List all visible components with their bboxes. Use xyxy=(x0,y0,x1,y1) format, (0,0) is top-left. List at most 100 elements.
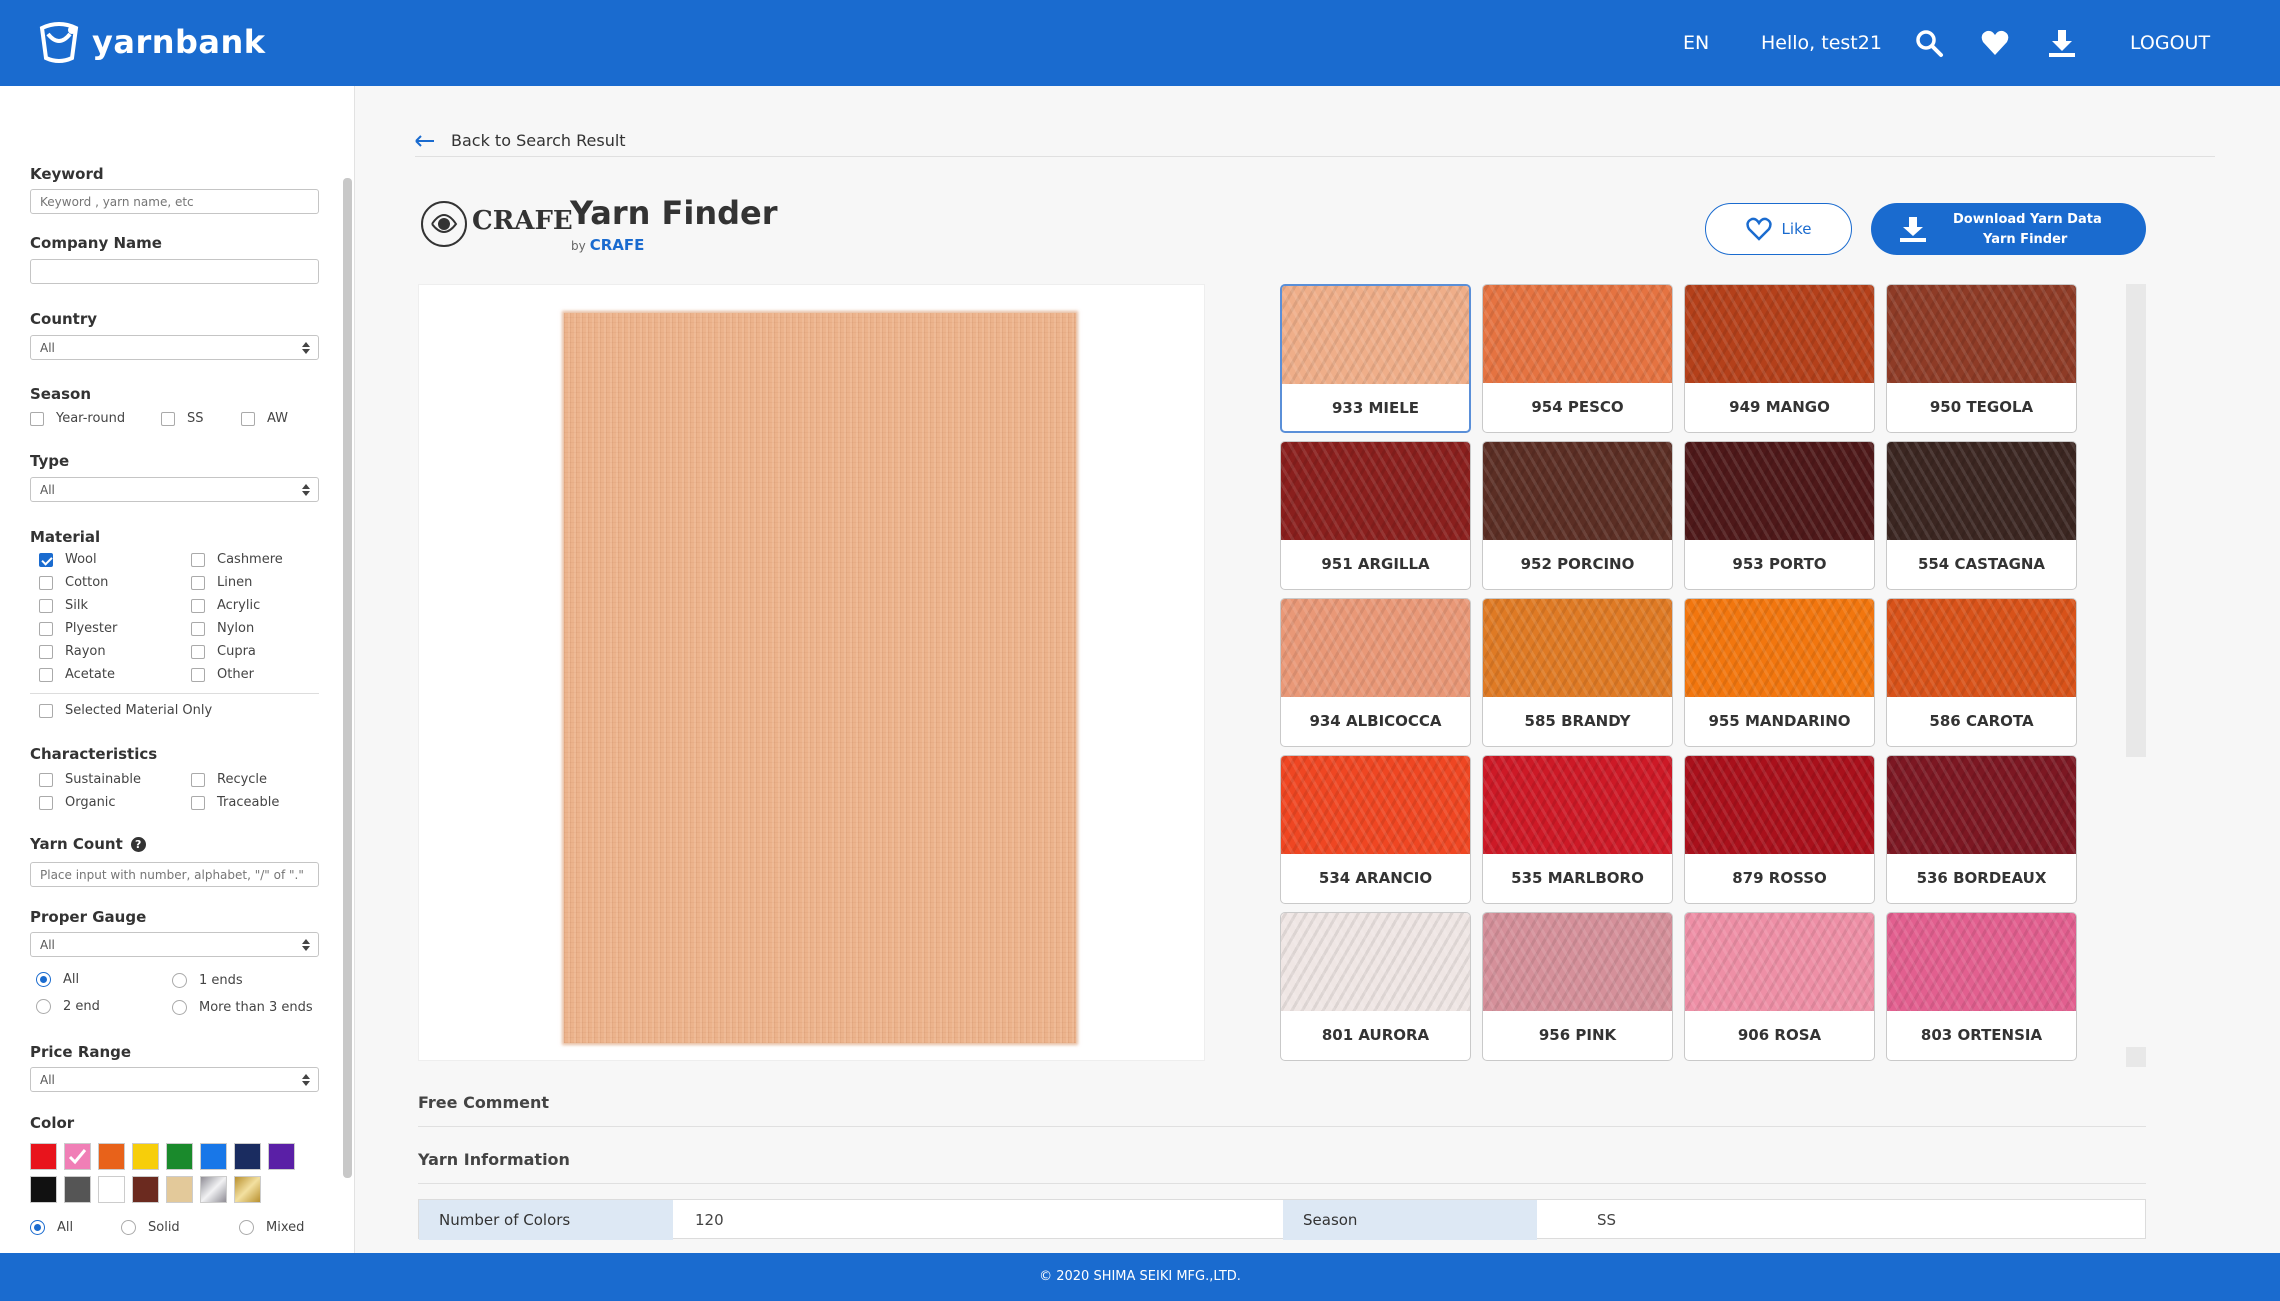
material-nylon-checkbox[interactable]: Nylon xyxy=(191,621,254,636)
material-linen-checkbox[interactable]: Linen xyxy=(191,575,252,590)
download-yarn-data-button[interactable]: Download Yarn Data Yarn Finder xyxy=(1871,203,2146,255)
color-card-swatch xyxy=(1887,599,2076,697)
color-card[interactable]: 906 ROSA xyxy=(1684,912,1875,1061)
color-card[interactable]: 950 TEGOLA xyxy=(1886,284,2077,433)
color-card[interactable]: 956 PINK xyxy=(1482,912,1673,1061)
color-swatch[interactable] xyxy=(200,1143,227,1170)
select-arrows-icon xyxy=(302,484,310,496)
season-aw-checkbox[interactable]: AW xyxy=(241,411,288,426)
color-swatch[interactable] xyxy=(132,1176,159,1203)
company-link[interactable]: CRAFE xyxy=(590,236,645,254)
language-selector[interactable]: EN xyxy=(1683,32,1709,54)
color-grid-scrollbar[interactable] xyxy=(2126,284,2146,757)
keyword-input[interactable] xyxy=(30,189,319,214)
selected-material-only-checkbox[interactable]: Selected Material Only xyxy=(39,703,212,718)
ends-2-radio[interactable]: 2 end xyxy=(36,999,100,1014)
color-swatch[interactable] xyxy=(98,1143,125,1170)
color-card[interactable]: 586 CAROTA xyxy=(1886,598,2077,747)
color-card[interactable]: 535 MARLBORO xyxy=(1482,755,1673,904)
color-card-swatch xyxy=(1887,442,2076,540)
material-wool-checkbox[interactable]: Wool xyxy=(39,552,97,567)
color-card[interactable]: 954 PESCO xyxy=(1482,284,1673,433)
color-mode-all-radio[interactable]: All xyxy=(30,1220,73,1235)
color-swatch[interactable] xyxy=(166,1176,193,1203)
material-silk-checkbox[interactable]: Silk xyxy=(39,598,88,613)
sustainable-checkbox[interactable]: Sustainable xyxy=(39,772,141,787)
back-to-search-link[interactable]: Back to Search Result xyxy=(415,131,626,150)
season-label: Season xyxy=(30,385,92,403)
color-card[interactable]: 534 ARANCIO xyxy=(1280,755,1471,904)
color-swatch[interactable] xyxy=(64,1143,91,1170)
logout-link[interactable]: LOGOUT xyxy=(2130,32,2210,54)
color-swatch[interactable] xyxy=(64,1176,91,1203)
color-card-name: 956 PINK xyxy=(1538,1026,1617,1044)
color-swatch[interactable] xyxy=(132,1143,159,1170)
organic-checkbox[interactable]: Organic xyxy=(39,795,116,810)
type-label: Type xyxy=(30,452,70,470)
color-card-name: 536 BORDEAUX xyxy=(1916,869,2047,887)
company-input[interactable] xyxy=(30,259,319,284)
color-swatch[interactable] xyxy=(98,1176,125,1203)
material-rayon-checkbox[interactable]: Rayon xyxy=(39,644,106,659)
season-ss-checkbox[interactable]: SS xyxy=(161,411,204,426)
color-swatch[interactable] xyxy=(200,1176,227,1203)
yarnbank-logo[interactable]: yarnbank xyxy=(36,20,266,64)
color-mode-mixed-radio[interactable]: Mixed xyxy=(239,1220,304,1235)
material-acrylic-checkbox[interactable]: Acrylic xyxy=(191,598,260,613)
material-acetate-checkbox[interactable]: Acetate xyxy=(39,667,115,682)
select-arrows-icon xyxy=(302,939,310,951)
search-icon[interactable] xyxy=(1914,28,1944,58)
color-swatch[interactable] xyxy=(30,1176,57,1203)
gauge-select[interactable]: All xyxy=(30,932,319,957)
country-select[interactable]: All xyxy=(30,335,319,360)
color-card[interactable]: 951 ARGILLA xyxy=(1280,441,1471,590)
material-cotton-checkbox[interactable]: Cotton xyxy=(39,575,108,590)
like-button[interactable]: Like xyxy=(1705,203,1852,255)
color-swatch[interactable] xyxy=(30,1143,57,1170)
color-swatch[interactable] xyxy=(234,1176,261,1203)
page-title: Yarn Finder xyxy=(570,194,778,232)
color-swatch[interactable] xyxy=(268,1143,295,1170)
season-year-round-checkbox[interactable]: Year-round xyxy=(30,411,125,426)
color-swatch[interactable] xyxy=(234,1143,261,1170)
main-content: Back to Search Result CRAFE Yarn Finder … xyxy=(355,86,2280,1253)
price-select[interactable]: All xyxy=(30,1067,319,1092)
download-icon[interactable] xyxy=(2047,28,2077,58)
color-card[interactable]: 949 MANGO xyxy=(1684,284,1875,433)
ends-1-radio[interactable]: 1 ends xyxy=(172,973,243,988)
material-cupra-checkbox[interactable]: Cupra xyxy=(191,644,256,659)
color-card[interactable]: 953 PORTO xyxy=(1684,441,1875,590)
color-card[interactable]: 803 ORTENSIA xyxy=(1886,912,2077,1061)
color-swatch[interactable] xyxy=(166,1143,193,1170)
type-select[interactable]: All xyxy=(30,477,319,502)
color-card[interactable]: 934 ALBICOCCA xyxy=(1280,598,1471,747)
color-card-swatch xyxy=(1887,285,2076,383)
ends-3plus-radio[interactable]: More than 3 ends xyxy=(172,1000,313,1015)
color-mode-solid-radio[interactable]: Solid xyxy=(121,1220,180,1235)
heart-icon[interactable] xyxy=(1980,28,2010,58)
color-card-swatch xyxy=(1483,285,1672,383)
ends-all-radio[interactable]: All xyxy=(36,972,79,987)
color-card[interactable]: 536 BORDEAUX xyxy=(1886,755,2077,904)
help-icon[interactable]: ? xyxy=(130,837,146,852)
sidebar-scrollbar[interactable] xyxy=(343,178,352,1178)
material-cashmere-checkbox[interactable]: Cashmere xyxy=(191,552,283,567)
yarn-count-input[interactable] xyxy=(30,862,319,887)
color-card-name: 952 PORCINO xyxy=(1520,555,1635,573)
material-other-checkbox[interactable]: Other xyxy=(191,667,254,682)
color-grid-scroll-end[interactable] xyxy=(2126,1047,2146,1067)
color-card[interactable]: 955 MANDARINO xyxy=(1684,598,1875,747)
color-card[interactable]: 585 BRANDY xyxy=(1482,598,1673,747)
color-card[interactable]: 952 PORCINO xyxy=(1482,441,1673,590)
color-card[interactable]: 554 CASTAGNA xyxy=(1886,441,2077,590)
material-plyester-checkbox[interactable]: Plyester xyxy=(39,621,117,636)
recycle-checkbox[interactable]: Recycle xyxy=(191,772,267,787)
traceable-checkbox[interactable]: Traceable xyxy=(191,795,279,810)
color-card[interactable]: 879 ROSSO xyxy=(1684,755,1875,904)
color-card[interactable]: 933 MIELE xyxy=(1280,284,1471,433)
color-card[interactable]: 801 AURORA xyxy=(1280,912,1471,1061)
search-filter-sidebar: Keyword Company Name Country All Season … xyxy=(0,86,355,1253)
color-card-name: 954 PESCO xyxy=(1531,398,1624,416)
free-comment-title: Free Comment xyxy=(418,1093,550,1112)
footer: © 2020 SHIMA SEIKI MFG.,LTD. xyxy=(0,1253,2280,1301)
